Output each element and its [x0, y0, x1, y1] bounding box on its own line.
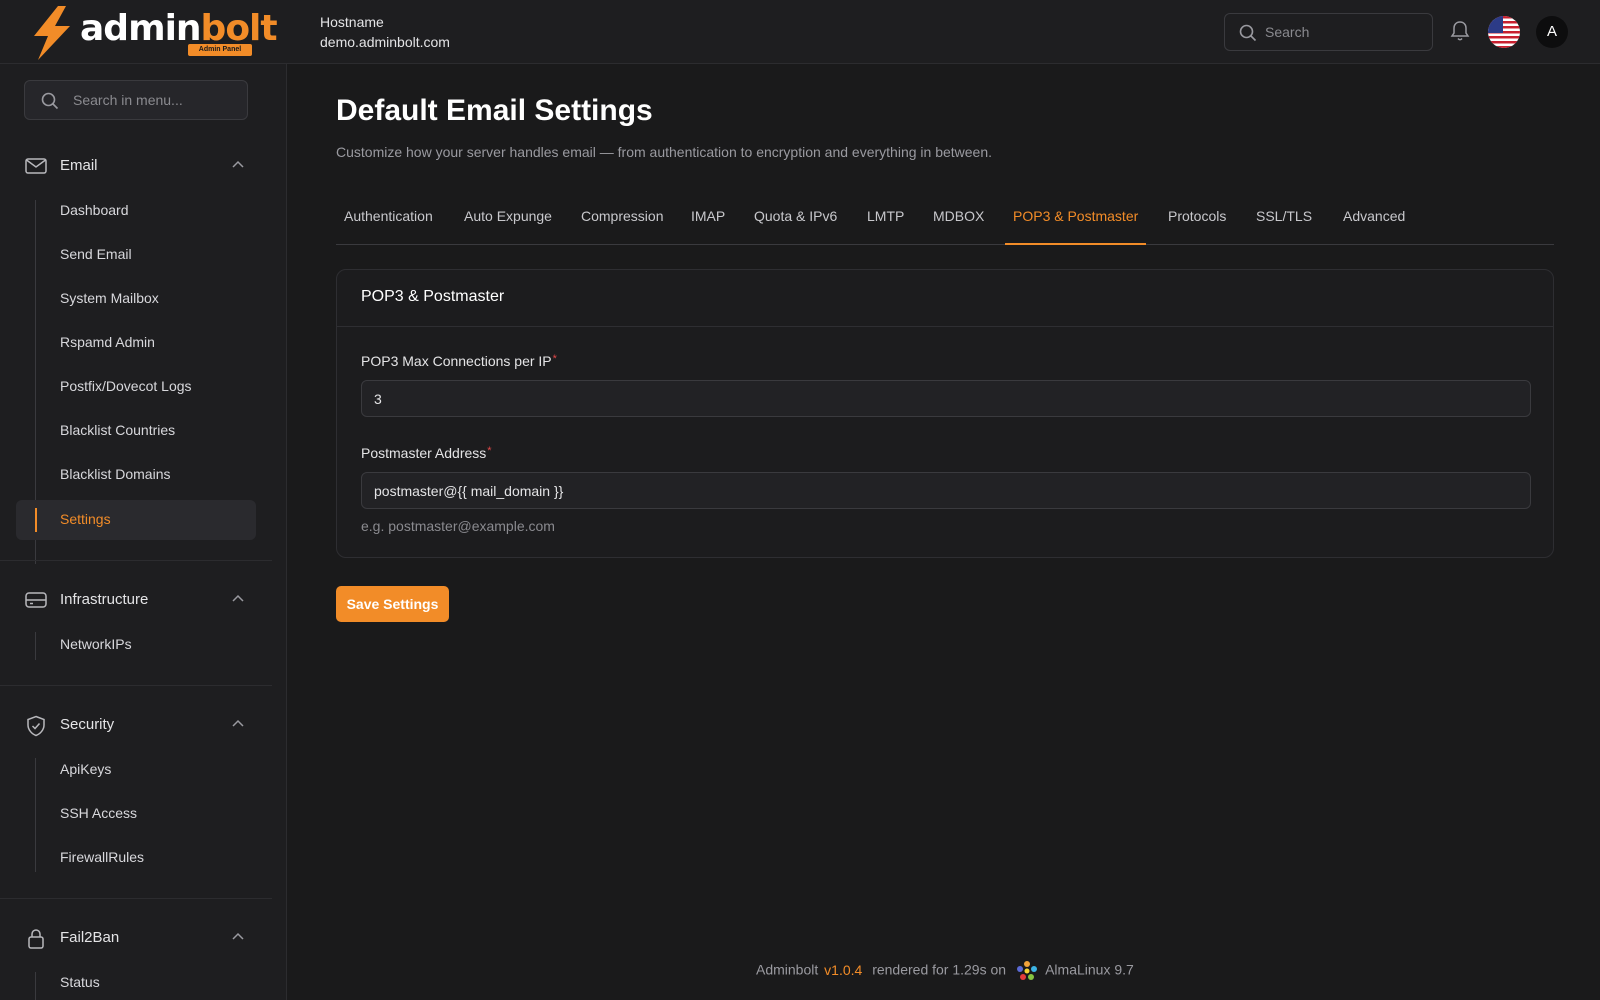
sidebar-item-label: Blacklist Countries [60, 422, 176, 438]
chevron-up-icon[interactable] [232, 719, 244, 727]
notification-bell-icon[interactable] [1450, 20, 1470, 42]
tab-pop3-postmaster[interactable]: POP3 & Postmaster [1005, 192, 1147, 245]
tab-ssl-tls[interactable]: SSL/TLS [1256, 192, 1312, 245]
sidebar-group-label: Infrastructure [60, 591, 149, 608]
hostname-block: Hostname demo.adminbolt.com [320, 12, 450, 52]
sidebar-item-label: Rspamd Admin [60, 334, 155, 350]
page-title: Default Email Settings [336, 94, 653, 127]
settings-card: POP3 & Postmaster POP3 Max Connections p… [336, 269, 1554, 558]
sidebar-item-label: Settings [60, 511, 111, 527]
lightning-bolt-icon [34, 6, 70, 60]
search-icon [41, 92, 59, 110]
sidebar-item-label: Blacklist Domains [60, 466, 171, 482]
tab-quota-ipv6[interactable]: Quota & IPv6 [754, 192, 837, 245]
pop3-max-connections-label: POP3 Max Connections per IP* [361, 353, 557, 369]
logo-badge: Admin Panel [188, 44, 252, 56]
field-label-text: Postmaster Address [361, 445, 487, 461]
top-bar: adminbolt Admin Panel Hostname demo.admi… [0, 0, 1600, 64]
tab-advanced[interactable]: Advanced [1343, 192, 1405, 245]
sidebar-divider [0, 898, 272, 899]
sidebar-item-apikeys[interactable]: ApiKeys [16, 750, 256, 790]
menu-search[interactable] [24, 80, 248, 120]
sidebar-item-firewallrules[interactable]: FirewallRules [16, 838, 256, 878]
sidebar-item-blacklist-domains[interactable]: Blacklist Domains [16, 455, 256, 495]
sidebar-item-ssh-access[interactable]: SSH Access [16, 794, 256, 834]
card-title: POP3 & Postmaster [361, 288, 505, 305]
sidebar-item-label: NetworkIPs [60, 636, 132, 652]
sidebar-item-label: Dashboard [60, 202, 129, 218]
hostname-value: demo.adminbolt.com [320, 34, 450, 50]
sidebar-divider [0, 685, 272, 686]
sidebar-item-networkips[interactable]: NetworkIPs [16, 625, 256, 665]
sidebar-item-system-mailbox[interactable]: System Mailbox [16, 279, 256, 319]
save-settings-button[interactable]: Save Settings [336, 586, 449, 622]
mail-icon [25, 158, 47, 174]
logo-wordmark: adminbolt [80, 8, 278, 49]
search-icon [1239, 24, 1257, 42]
postmaster-address-input[interactable] [361, 472, 1531, 509]
sidebar-group-infrastructure[interactable]: Infrastructure [24, 588, 248, 612]
tab-mdbox[interactable]: MDBOX [933, 192, 984, 245]
tab-auto-expunge[interactable]: Auto Expunge [464, 192, 552, 245]
sidebar-group-fail2ban[interactable]: Fail2Ban [24, 926, 248, 950]
sidebar-group-label: Fail2Ban [60, 929, 120, 946]
tab-compression[interactable]: Compression [581, 192, 663, 245]
language-flag-us-icon[interactable] [1488, 16, 1520, 48]
chevron-up-icon[interactable] [232, 594, 244, 602]
required-marker: * [487, 445, 492, 457]
sidebar-item-dashboard[interactable]: Dashboard [16, 191, 256, 231]
sidebar-item-blacklist-countries[interactable]: Blacklist Countries [16, 411, 256, 451]
page-subtitle: Customize how your server handles email … [336, 144, 993, 160]
lock-icon [28, 929, 44, 949]
required-marker: * [552, 353, 557, 365]
global-search-input[interactable] [1265, 14, 1425, 50]
card-header: POP3 & Postmaster [337, 270, 1553, 327]
sidebar-item-label: Status [60, 974, 100, 990]
pop3-max-connections-input[interactable] [361, 380, 1531, 417]
server-icon [25, 592, 47, 608]
chevron-up-icon[interactable] [232, 932, 244, 940]
user-avatar[interactable]: A [1536, 16, 1568, 48]
sidebar-group-label: Email [60, 157, 98, 174]
menu-search-input[interactable] [73, 81, 243, 119]
sidebar: Email Dashboard Send Email System Mailbo… [0, 64, 287, 1000]
footer-version[interactable]: v1.0.4 [824, 962, 862, 978]
shield-icon [27, 715, 45, 737]
sidebar-item-label: System Mailbox [60, 290, 159, 306]
postmaster-address-label: Postmaster Address* [361, 445, 492, 461]
sidebar-item-rspamd-admin[interactable]: Rspamd Admin [16, 323, 256, 363]
tab-lmtp[interactable]: LMTP [867, 192, 904, 245]
sidebar-item-label: ApiKeys [60, 761, 112, 777]
sidebar-item-label: SSH Access [60, 805, 138, 821]
tab-protocols[interactable]: Protocols [1168, 192, 1226, 245]
sidebar-item-send-email[interactable]: Send Email [16, 235, 256, 275]
sidebar-item-status[interactable]: Status [16, 963, 256, 1000]
postmaster-address-hint: e.g. postmaster@example.com [361, 518, 555, 534]
sidebar-item-label: Send Email [60, 246, 132, 262]
sidebar-group-security[interactable]: Security [24, 713, 248, 737]
tab-authentication[interactable]: Authentication [344, 192, 433, 245]
sidebar-group-label: Security [60, 716, 115, 733]
sidebar-item-settings[interactable]: Settings [16, 500, 256, 540]
sidebar-group-email[interactable]: Email [24, 154, 248, 178]
settings-tabs: Authentication Auto Expunge Compression … [336, 192, 1554, 245]
chevron-up-icon[interactable] [232, 160, 244, 168]
footer-brand: Adminbolt [756, 961, 819, 978]
hostname-label: Hostname [320, 14, 384, 30]
global-search[interactable] [1224, 13, 1433, 51]
footer: Adminbolt v1.0.4 rendered for 1.29s on A… [756, 960, 1134, 982]
adminbolt-logo[interactable]: adminbolt Admin Panel [28, 6, 278, 60]
tab-imap[interactable]: IMAP [691, 192, 725, 245]
field-label-text: POP3 Max Connections per IP [361, 353, 552, 369]
footer-os: AlmaLinux 9.7 [1045, 961, 1134, 978]
almalinux-logo-icon [1016, 961, 1037, 980]
sidebar-item-label: Postfix/Dovecot Logs [60, 378, 192, 394]
sidebar-item-label: FirewallRules [60, 849, 145, 865]
footer-rendered: rendered for 1.29s on [872, 961, 1007, 978]
sidebar-item-postfix-dovecot-logs[interactable]: Postfix/Dovecot Logs [16, 367, 256, 407]
sidebar-divider [0, 560, 272, 561]
